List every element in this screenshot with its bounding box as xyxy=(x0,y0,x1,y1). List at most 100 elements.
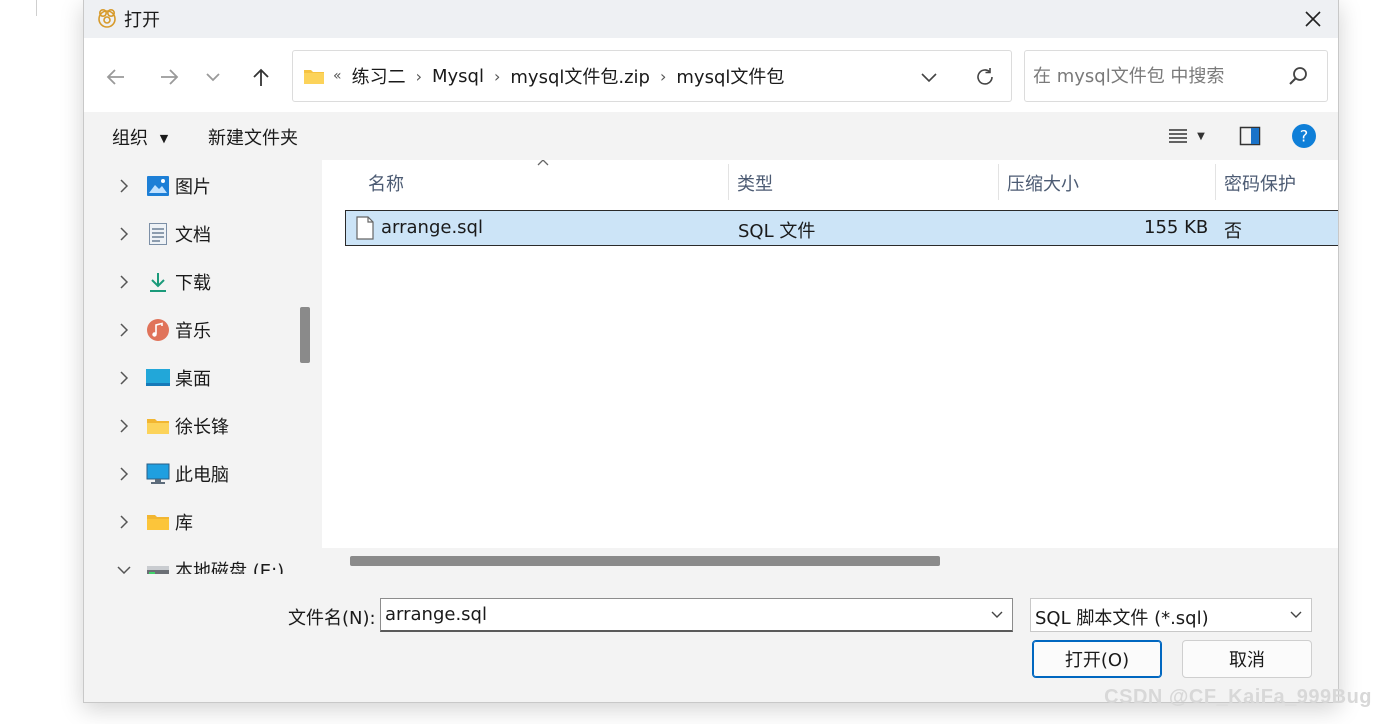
nav-item-downloads[interactable]: 下载 xyxy=(84,258,294,306)
search-icon[interactable] xyxy=(1287,65,1309,87)
file-type: SQL 文件 xyxy=(738,221,816,242)
nav-item-local-disk-e[interactable]: 本地磁盘 (E:) xyxy=(84,546,294,574)
chevron-right-icon[interactable] xyxy=(114,515,134,529)
address-row: « 练习二 › Mysql › mysql文件包.zip › mysql文件包 xyxy=(84,38,1338,112)
cancel-button[interactable]: 取消 xyxy=(1182,640,1312,678)
search-box[interactable] xyxy=(1024,50,1328,102)
nav-item-desktop[interactable]: 桌面 xyxy=(84,354,294,402)
breadcrumb-item-3[interactable]: mysql文件包.zip xyxy=(510,63,650,89)
refresh-button[interactable] xyxy=(969,61,1001,93)
chevron-down-icon[interactable] xyxy=(990,608,1004,622)
nav-item-music[interactable]: 音乐 xyxy=(84,306,294,354)
filename-label: 文件名(N): xyxy=(288,608,376,629)
music-icon xyxy=(146,318,170,342)
file-password: 否 xyxy=(1224,221,1242,242)
forward-button[interactable] xyxy=(152,60,186,94)
column-divider[interactable] xyxy=(998,164,999,200)
drive-icon xyxy=(146,558,170,574)
chevron-right-icon[interactable] xyxy=(114,179,134,193)
breadcrumb-item-2[interactable]: Mysql xyxy=(432,66,484,87)
pictures-icon xyxy=(146,174,170,198)
sort-ascending-icon xyxy=(537,160,549,166)
download-icon xyxy=(146,270,170,294)
nav-item-documents[interactable]: 文档 xyxy=(84,210,294,258)
refresh-icon xyxy=(977,68,993,85)
svg-text:?: ? xyxy=(1300,127,1309,146)
arrow-up-icon xyxy=(253,68,269,86)
breadcrumb: « 练习二 › Mysql › mysql文件包.zip › mysql文件包 xyxy=(303,51,784,101)
help-button[interactable]: ? xyxy=(1290,123,1318,149)
search-input[interactable] xyxy=(1033,63,1283,89)
command-bar: 组织 ▼ 新建文件夹 ▼ ? xyxy=(84,112,1338,160)
recent-locations-button[interactable] xyxy=(196,60,230,94)
preview-pane-button[interactable] xyxy=(1236,123,1264,149)
filename-input[interactable]: arrange.sql xyxy=(385,604,487,625)
documents-icon xyxy=(146,222,170,246)
column-header-compressed-size[interactable]: 压缩大小 xyxy=(1007,170,1079,196)
nav-item-user-folder[interactable]: 徐长锋 xyxy=(84,402,294,450)
open-button[interactable]: 打开(O) xyxy=(1032,640,1162,678)
chevron-right-icon[interactable] xyxy=(114,323,134,337)
navigation-scrollbar[interactable] xyxy=(294,160,316,574)
file-icon xyxy=(356,216,374,240)
file-size: 155 KB xyxy=(1144,217,1209,238)
column-divider[interactable] xyxy=(728,164,729,200)
chevron-right-icon[interactable] xyxy=(114,467,134,481)
help-icon: ? xyxy=(1292,124,1316,148)
breadcrumb-separator-icon: › xyxy=(659,66,667,86)
up-button[interactable] xyxy=(244,60,278,94)
navigation-scrollbar-thumb[interactable] xyxy=(300,307,310,363)
title-bar: 打开 xyxy=(84,0,1338,38)
screen: 打开 « 练习二 › Mysql › mysql文件包.zip › mysql文… xyxy=(0,0,1378,724)
nav-item-label: 此电脑 xyxy=(175,465,229,486)
column-header-password-protection[interactable]: 密码保护 xyxy=(1224,170,1296,196)
nav-item-label: 徐长锋 xyxy=(175,417,229,438)
view-options-button[interactable]: ▼ xyxy=(1160,123,1212,149)
breadcrumb-item-4[interactable]: mysql文件包 xyxy=(676,63,784,89)
column-header-name[interactable]: 名称 xyxy=(368,170,404,196)
navigation-pane: 图片 文档 下载 音乐 桌面 徐长锋 此电脑 库 本地磁盘 (E:) xyxy=(84,160,316,574)
computer-icon xyxy=(146,462,170,486)
organize-label: 组织 xyxy=(112,128,148,149)
organize-menu[interactable]: 组织 ▼ xyxy=(112,124,168,150)
column-divider[interactable] xyxy=(1215,164,1216,200)
nav-item-label: 音乐 xyxy=(175,321,211,342)
filename-combobox[interactable]: arrange.sql xyxy=(380,598,1013,632)
library-icon xyxy=(146,510,170,534)
chevron-right-icon[interactable] xyxy=(114,227,134,241)
chevron-down-icon xyxy=(1290,611,1302,618)
list-view-icon xyxy=(1169,129,1188,143)
nav-item-library[interactable]: 库 xyxy=(84,498,294,546)
user-folder-icon xyxy=(146,414,170,438)
breadcrumb-item-1[interactable]: 练习二 xyxy=(352,63,406,89)
new-folder-button[interactable]: 新建文件夹 xyxy=(208,124,298,150)
nav-item-label: 文档 xyxy=(175,225,211,246)
close-button[interactable] xyxy=(1288,0,1338,38)
caret-down-icon: ▼ xyxy=(159,132,169,145)
chevron-right-icon[interactable] xyxy=(114,371,134,385)
column-header-type[interactable]: 类型 xyxy=(737,170,773,196)
arrow-right-icon xyxy=(161,69,179,85)
nav-item-label: 图片 xyxy=(175,177,211,198)
file-type-selected: SQL 脚本文件 (*.sql) xyxy=(1035,608,1209,629)
chevron-right-icon[interactable] xyxy=(114,275,134,289)
back-button[interactable] xyxy=(99,60,133,94)
file-type-select[interactable]: SQL 脚本文件 (*.sql) xyxy=(1030,598,1312,632)
horizontal-scrollbar-thumb[interactable] xyxy=(350,556,940,566)
address-history-button[interactable] xyxy=(913,63,945,91)
address-bar[interactable]: « 练习二 › Mysql › mysql文件包.zip › mysql文件包 xyxy=(292,50,1012,102)
horizontal-scrollbar[interactable] xyxy=(322,548,1338,574)
file-row[interactable]: arrange.sql SQL 文件 155 KB 否 xyxy=(345,210,1338,246)
breadcrumb-overflow[interactable]: « xyxy=(333,68,342,84)
close-icon xyxy=(1305,11,1321,27)
chevron-down-icon xyxy=(921,73,937,83)
nav-item-pictures[interactable]: 图片 xyxy=(84,162,294,210)
nav-item-this-pc[interactable]: 此电脑 xyxy=(84,450,294,498)
nav-item-label: 库 xyxy=(175,513,193,534)
dialog-footer: 文件名(N): arrange.sql SQL 脚本文件 (*.sql) 打开(… xyxy=(84,574,1338,702)
caret-down-icon: ▼ xyxy=(1197,130,1205,142)
chevron-down-icon[interactable] xyxy=(114,565,134,574)
chevron-right-icon[interactable] xyxy=(114,419,134,433)
new-folder-label: 新建文件夹 xyxy=(208,128,298,149)
file-name: arrange.sql xyxy=(381,217,483,238)
